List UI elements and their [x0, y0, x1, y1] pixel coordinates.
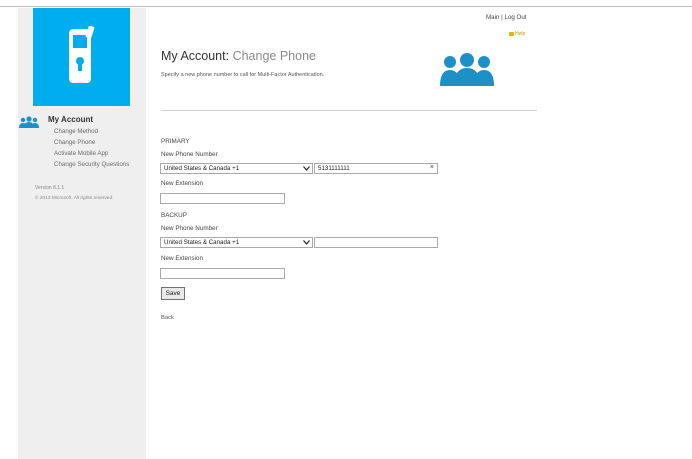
header-divider: [161, 110, 537, 111]
primary-section-label: PRIMARY: [161, 138, 190, 145]
sidebar: My Account Change Method Change Phone Ac…: [18, 8, 146, 459]
sidebar-item-change-method[interactable]: Change Method: [54, 126, 129, 137]
backup-country-value: United States & Canada +1: [164, 239, 240, 246]
backup-section-label: BACKUP: [161, 212, 187, 219]
page-description: Specify a new phone number to call for M…: [161, 72, 325, 78]
primary-extension-label: New Extension: [161, 180, 203, 187]
chevron-down-icon: [303, 166, 310, 171]
primary-extension-input[interactable]: [160, 193, 285, 204]
page-title: My Account: Change Phone: [161, 49, 316, 63]
save-button[interactable]: Save: [161, 287, 185, 300]
account-links: Change Method Change Phone Activate Mobi…: [54, 126, 129, 170]
logout-link[interactable]: Log Out: [505, 14, 527, 21]
backup-country-select[interactable]: United States & Canada +1: [160, 237, 313, 248]
users-group-icon: [19, 116, 39, 128]
close-icon[interactable]: ×: [430, 164, 434, 172]
primary-phone-label: New Phone Number: [161, 151, 218, 158]
page-title-accent: Change Phone: [232, 49, 316, 63]
primary-country-value: United States & Canada +1: [164, 165, 240, 172]
primary-phone-input[interactable]: 5131111111 ×: [314, 163, 438, 174]
sidebar-item-activate-mobile-app[interactable]: Activate Mobile App: [54, 148, 129, 159]
backup-phone-input[interactable]: [314, 237, 438, 248]
sidebar-item-change-phone[interactable]: Change Phone: [54, 137, 129, 148]
users-group-icon: [440, 53, 494, 86]
mobile-phone-lock-icon: [69, 26, 95, 83]
main-link[interactable]: Main: [486, 14, 499, 21]
backup-phone-label: New Phone Number: [161, 225, 218, 232]
page-title-prefix: My Account:: [161, 49, 233, 63]
copyright-text: © 2013 Microsoft. All rights reserved.: [35, 196, 114, 201]
my-account-title: My Account: [48, 115, 94, 124]
primary-phone-value: 5131111111: [318, 165, 350, 172]
help-label: Help: [515, 31, 526, 37]
logo-tile: [33, 8, 130, 106]
backup-extension-input[interactable]: [160, 268, 285, 279]
link-separator: |: [501, 14, 503, 21]
version-text: Version 8.1.1: [35, 185, 65, 191]
chevron-down-icon: [303, 240, 310, 245]
help-link[interactable]: Help: [509, 31, 525, 37]
top-border-line: [0, 6, 692, 7]
sidebar-item-change-security-questions[interactable]: Change Security Questions: [54, 159, 129, 170]
top-links: Main | Log Out: [486, 14, 527, 21]
back-link[interactable]: Back: [161, 315, 174, 321]
backup-extension-label: New Extension: [161, 255, 203, 262]
primary-country-select[interactable]: United States & Canada +1: [160, 163, 313, 174]
help-icon: [509, 32, 514, 36]
